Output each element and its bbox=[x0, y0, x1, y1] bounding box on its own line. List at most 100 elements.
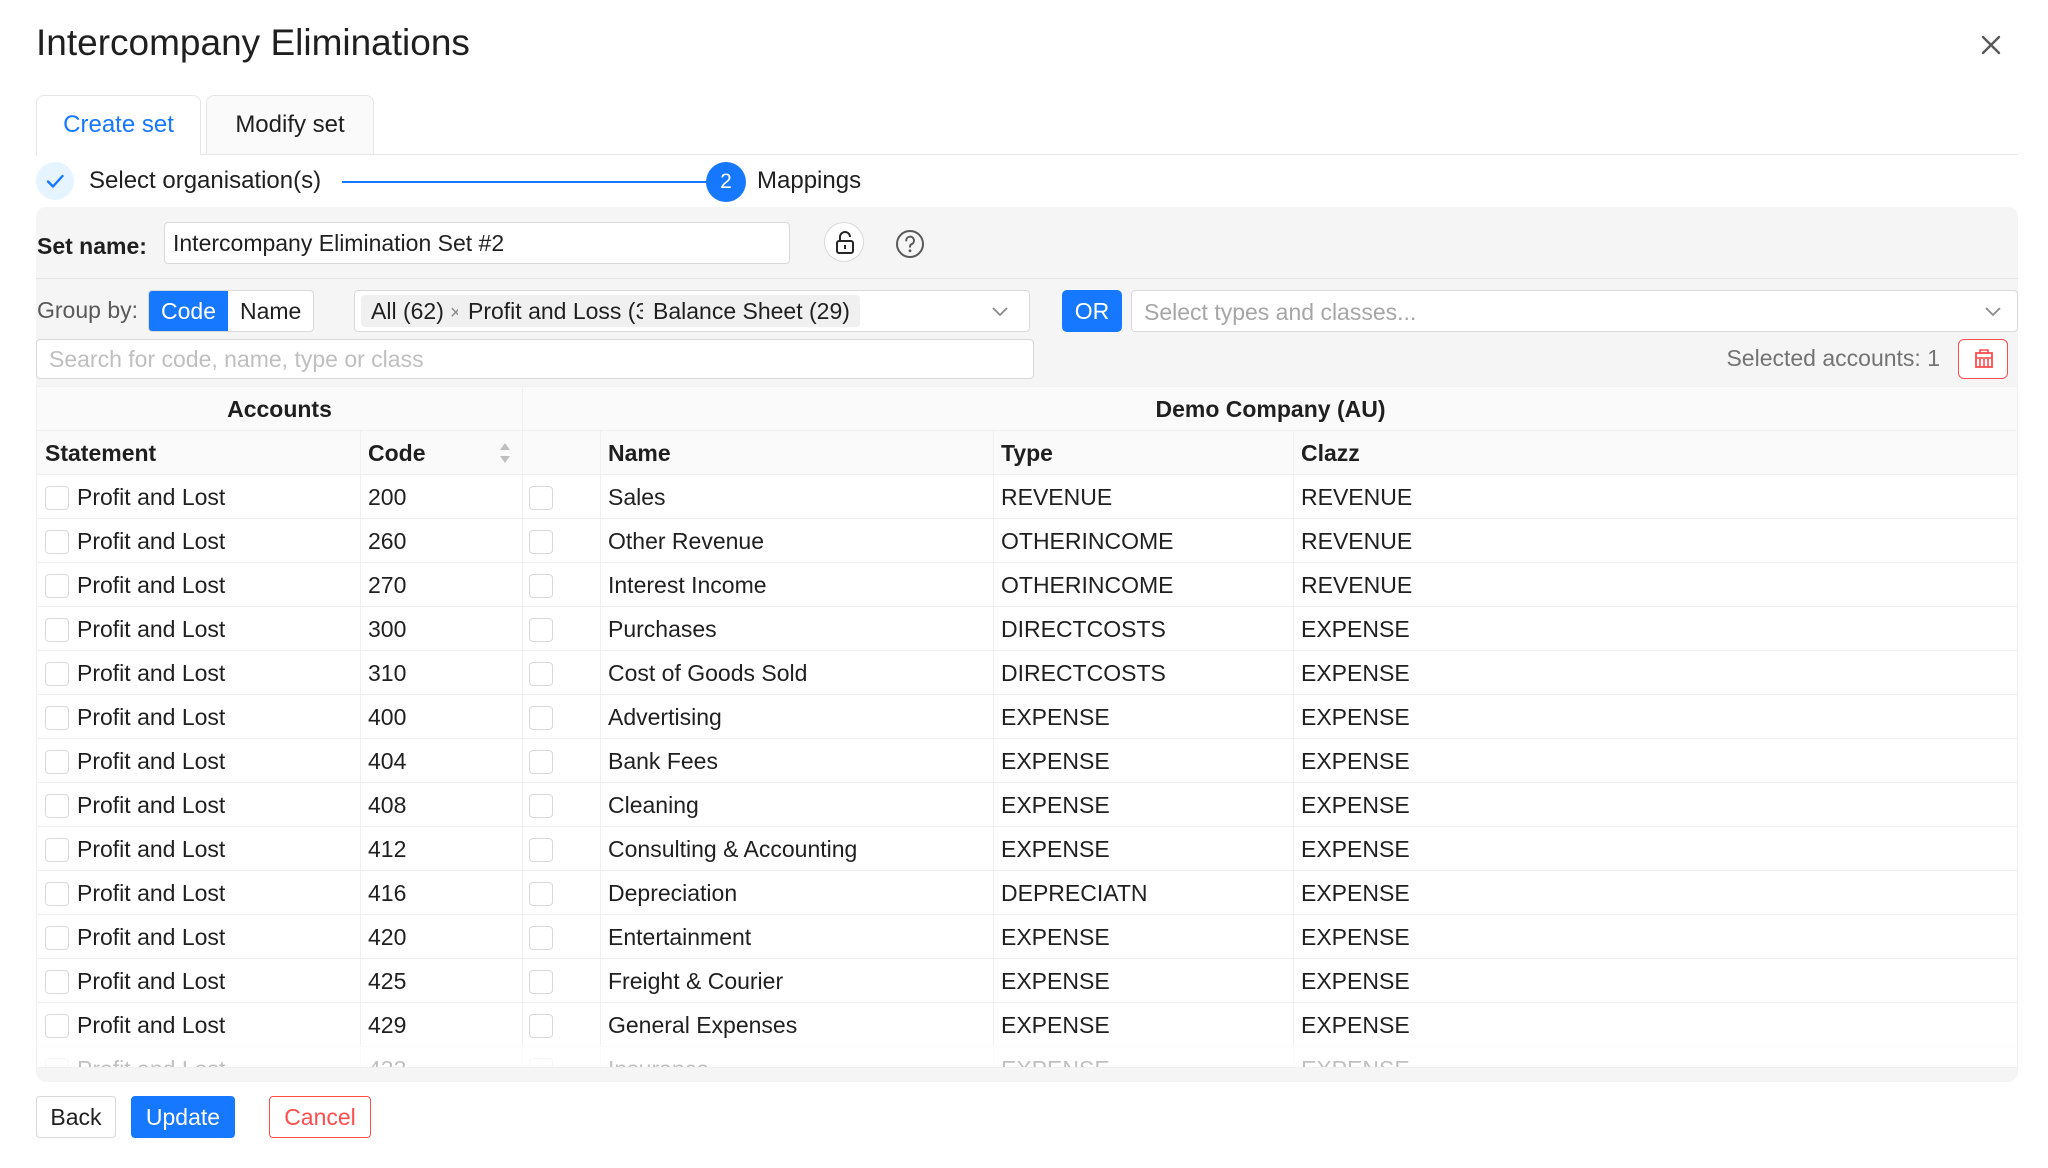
close-icon[interactable] bbox=[1974, 28, 2008, 62]
account-checkbox[interactable] bbox=[529, 1014, 553, 1038]
statement-checkbox[interactable] bbox=[45, 530, 69, 554]
chevron-down-icon[interactable] bbox=[989, 300, 1011, 322]
column-divider bbox=[360, 431, 361, 1067]
cell-name: Depreciation bbox=[608, 880, 738, 906]
statement-checkbox[interactable] bbox=[45, 618, 69, 642]
statement-checkbox[interactable] bbox=[45, 574, 69, 598]
types-placeholder: Select types and classes... bbox=[1144, 299, 1417, 325]
cell-name: Sales bbox=[608, 484, 666, 510]
account-checkbox[interactable] bbox=[529, 794, 553, 818]
group-header-company: Demo Company (AU) bbox=[522, 387, 2017, 431]
table-row[interactable]: Profit and Lost 412 Consulting & Accountin… bbox=[37, 827, 2017, 871]
group-by-name[interactable]: Name bbox=[228, 291, 313, 331]
cell-code: 400 bbox=[368, 704, 407, 730]
statement-select[interactable]: All (62) × Profit and Loss (33) Balance S… bbox=[354, 290, 1030, 332]
cell-type: OTHERINCOME bbox=[1001, 572, 1174, 598]
cell-clazz: EXPENSE bbox=[1301, 880, 1410, 906]
table-row[interactable]: Profit and Lost 310 Cost of Goods Sold DIRE… bbox=[37, 651, 2017, 695]
table-row[interactable]: Profit and Lost 425 Freight & Courier EXPEN… bbox=[37, 959, 2017, 1003]
table-row[interactable]: Profit and Lost 408 Cleaning EXPENSE EXPENSE bbox=[37, 783, 2017, 827]
dialog-title: Intercompany Eliminations bbox=[36, 22, 470, 63]
account-checkbox[interactable] bbox=[529, 618, 553, 642]
statement-checkbox[interactable] bbox=[45, 926, 69, 950]
cell-code: 425 bbox=[368, 968, 407, 994]
cell-clazz: EXPENSE bbox=[1301, 748, 1410, 774]
column-name[interactable]: Name bbox=[600, 431, 993, 475]
help-icon[interactable] bbox=[894, 228, 926, 260]
update-button[interactable]: Update bbox=[131, 1096, 235, 1138]
account-checkbox[interactable] bbox=[529, 486, 553, 510]
panel-divider bbox=[36, 278, 2018, 279]
set-name-input[interactable] bbox=[164, 222, 790, 264]
cell-statement: Profit and Lost bbox=[77, 660, 226, 686]
column-divider bbox=[522, 387, 523, 1067]
group-by-label: Group by: bbox=[37, 297, 138, 323]
cell-code: 408 bbox=[368, 792, 407, 818]
tab-create-set[interactable]: Create set bbox=[36, 95, 201, 156]
account-search-input[interactable] bbox=[36, 339, 1034, 379]
account-checkbox[interactable] bbox=[529, 882, 553, 906]
step-mappings: Mappings bbox=[757, 167, 862, 194]
cancel-button[interactable]: Cancel bbox=[269, 1096, 371, 1138]
column-type[interactable]: Type bbox=[993, 431, 1293, 475]
cell-name: General Expenses bbox=[608, 1012, 798, 1038]
column-code-label: Code bbox=[368, 440, 426, 466]
account-checkbox[interactable] bbox=[529, 530, 553, 554]
clear-selection-button[interactable] bbox=[1958, 339, 2008, 379]
account-checkbox[interactable] bbox=[529, 926, 553, 950]
account-checkbox[interactable] bbox=[529, 662, 553, 686]
table-row[interactable]: Profit and Lost 200 Sales REVENUE REVENUE bbox=[37, 475, 2017, 519]
tab-modify-set[interactable]: Modify set bbox=[206, 95, 374, 155]
account-checkbox[interactable] bbox=[529, 838, 553, 862]
statement-checkbox[interactable] bbox=[45, 970, 69, 994]
step-connector bbox=[342, 181, 720, 183]
statement-checkbox[interactable] bbox=[45, 794, 69, 818]
sort-icon[interactable] bbox=[498, 441, 512, 465]
statement-checkbox[interactable] bbox=[45, 750, 69, 774]
cell-type: REVENUE bbox=[1001, 484, 1113, 510]
table-row[interactable]: Profit and Lost 416 Depreciation DEPRECIATN… bbox=[37, 871, 2017, 915]
cell-type: OTHERINCOME bbox=[1001, 528, 1174, 554]
or-toggle-button[interactable]: OR bbox=[1062, 290, 1122, 332]
account-checkbox[interactable] bbox=[529, 750, 553, 774]
cell-name: Other Revenue bbox=[608, 528, 764, 554]
cell-statement: Profit and Lost bbox=[77, 484, 226, 510]
column-divider bbox=[993, 431, 994, 1067]
cell-statement: Profit and Lost bbox=[77, 836, 226, 862]
cell-clazz: EXPENSE bbox=[1301, 792, 1410, 818]
cell-name: Consulting & Accounting bbox=[608, 836, 858, 862]
statement-checkbox[interactable] bbox=[45, 486, 69, 510]
column-divider bbox=[600, 431, 601, 1067]
back-button[interactable]: Back bbox=[36, 1096, 116, 1138]
table-row[interactable]: Profit and Lost 400 Advertising EXPENSE EXPE… bbox=[37, 695, 2017, 739]
statement-checkbox[interactable] bbox=[45, 706, 69, 730]
cell-statement: Profit and Lost bbox=[77, 792, 226, 818]
table-row[interactable]: Profit and Lost 260 Other Revenue OTHERINCO… bbox=[37, 519, 2017, 563]
table-row[interactable]: Profit and Lost 420 Entertainment EXPENSE EX… bbox=[37, 915, 2017, 959]
group-by-code[interactable]: Code bbox=[149, 291, 228, 331]
column-code[interactable]: Code bbox=[360, 431, 522, 475]
statement-checkbox[interactable] bbox=[45, 882, 69, 906]
table-row[interactable]: Profit and Lost 404 Bank Fees EXPENSE EXPENS… bbox=[37, 739, 2017, 783]
account-checkbox[interactable] bbox=[529, 970, 553, 994]
steps: Select organisation(s) 2 Mappings bbox=[36, 160, 936, 202]
column-statement[interactable]: Statement bbox=[37, 431, 360, 475]
cell-type: DEPRECIATN bbox=[1001, 880, 1148, 906]
column-clazz[interactable]: Clazz bbox=[1293, 431, 2017, 475]
table-row[interactable]: Profit and Lost 429 General Expenses EXPENS… bbox=[37, 1003, 2017, 1047]
statement-checkbox[interactable] bbox=[45, 838, 69, 862]
cell-clazz: EXPENSE bbox=[1301, 704, 1410, 730]
cell-type: EXPENSE bbox=[1001, 924, 1110, 950]
table-row[interactable]: Profit and Lost 300 Purchases DIRECTCOSTS EX… bbox=[37, 607, 2017, 651]
step-done-indicator bbox=[36, 162, 74, 200]
account-checkbox[interactable] bbox=[529, 574, 553, 598]
lock-toggle-button[interactable] bbox=[824, 222, 864, 262]
step-select-organisations[interactable]: Select organisation(s) bbox=[89, 167, 321, 195]
table-row[interactable]: Profit and Lost 270 Interest Income OTHERIN… bbox=[37, 563, 2017, 607]
account-checkbox[interactable] bbox=[529, 706, 553, 730]
statement-checkbox[interactable] bbox=[45, 1014, 69, 1038]
cell-name: Freight & Courier bbox=[608, 968, 784, 994]
types-classes-select[interactable]: Select types and classes... bbox=[1131, 290, 2018, 332]
cell-name: Interest Income bbox=[608, 572, 767, 598]
statement-checkbox[interactable] bbox=[45, 662, 69, 686]
